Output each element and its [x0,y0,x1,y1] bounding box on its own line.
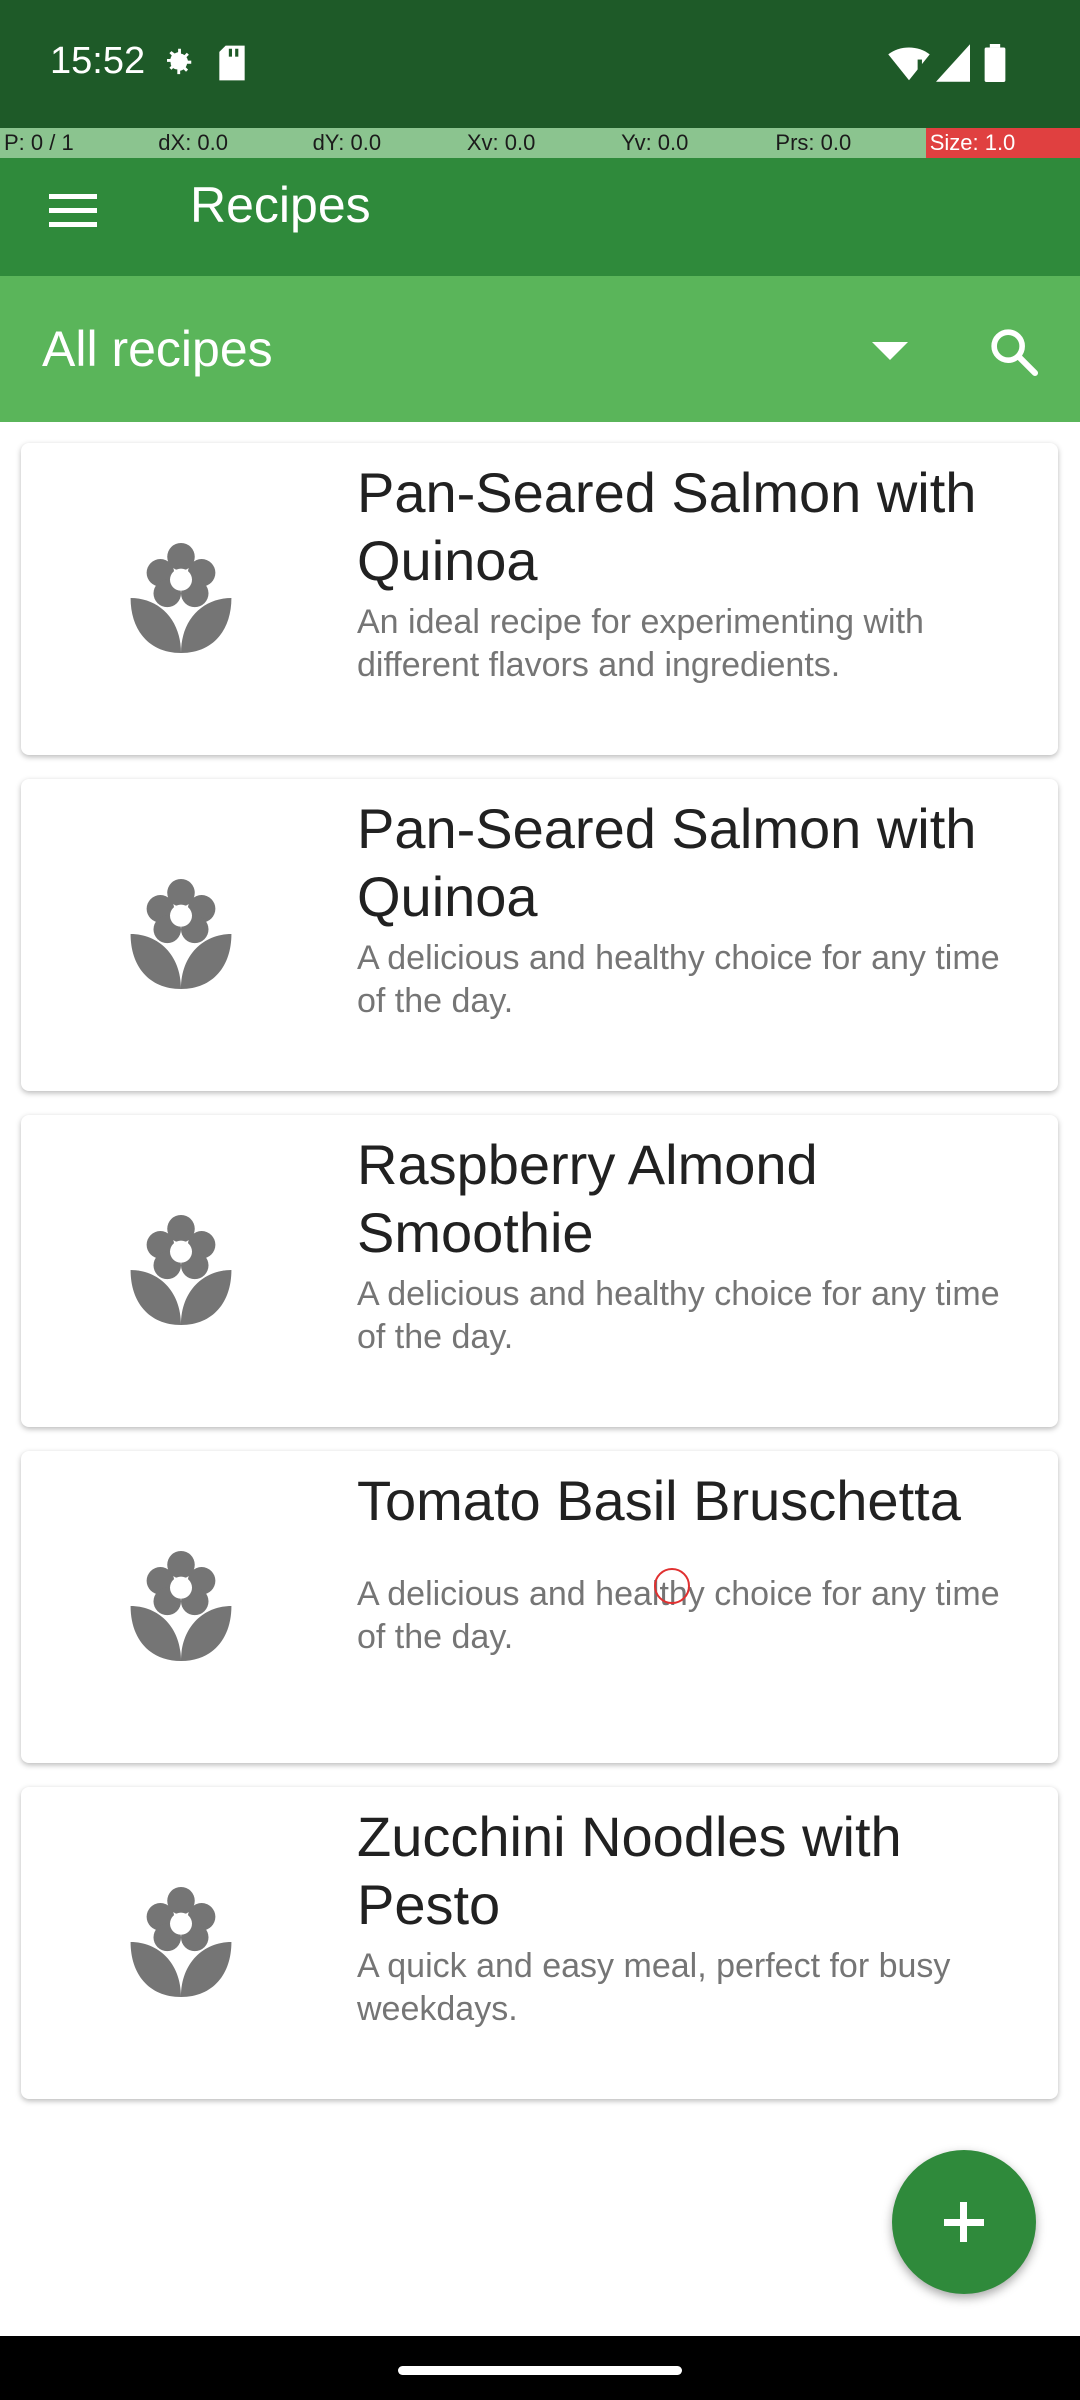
recipe-card[interactable]: Zucchini Noodles with Pesto A quick and … [21,1787,1058,2099]
flower-icon [130,879,232,989]
app-bar: Recipes [0,158,1080,276]
debug-size: Size: 1.0 [925,128,1080,158]
wifi-icon [888,47,930,81]
recipe-title: Zucchini Noodles with Pesto [357,1805,902,1936]
dropdown-arrow-icon[interactable] [872,342,908,360]
filter-bar: All recipes [0,276,1080,422]
pointer-location-bar: P: 0 / 1 dX: 0.0 dY: 0.0 Xv: 0.0 Yv: 0.0… [0,128,1080,158]
recipe-title: Raspberry Almond Smoothie [357,1133,818,1264]
status-bar: 15:52 [0,0,1080,128]
recipe-card[interactable]: Raspberry Almond Smoothie A delicious an… [21,1115,1058,1427]
flower-icon [130,1215,232,1325]
category-dropdown[interactable]: All recipes [42,320,273,378]
hamburger-menu-icon[interactable] [46,182,106,242]
recipe-title: Pan-Seared Salmon with Quinoa [357,797,977,928]
debug-dy: dY: 0.0 [312,130,382,155]
recipe-title: Tomato Basil Bruschetta [357,1469,961,1532]
recipe-card[interactable]: Pan-Seared Salmon with Quinoa A deliciou… [21,779,1058,1091]
recipe-card[interactable]: Tomato Basil Bruschetta A delicious and … [21,1451,1058,1763]
page-title: Recipes [190,177,371,233]
status-time: 15:52 [50,40,146,82]
home-gesture-handle[interactable] [398,2366,682,2375]
debug-dx: dX: 0.0 [158,130,228,155]
recipe-card[interactable]: Pan-Seared Salmon with Quinoa An ideal r… [21,443,1058,755]
battery-icon [984,44,1006,82]
debug-yv: Yv: 0.0 [621,130,689,155]
debug-xv: Xv: 0.0 [466,130,536,155]
recipe-title: Pan-Seared Salmon with Quinoa [357,461,977,592]
recipe-description: A quick and easy meal, perfect for busy … [357,1947,951,2028]
flower-icon [130,1551,232,1661]
debug-pointer: P: 0 / 1 [4,130,74,155]
flower-icon [130,1887,232,1997]
flower-icon [130,543,232,653]
settings-icon [167,48,192,75]
navigation-bar [0,2336,1080,2400]
search-icon[interactable] [986,324,1042,380]
touch-indicator [654,1568,690,1604]
sd-card-icon [219,45,245,81]
recipe-description: A delicious and healthy choice for any t… [357,939,1000,1020]
debug-prs: Prs: 0.0 [775,130,852,155]
recipe-description: A delicious and healthy choice for any t… [357,1275,1000,1356]
recipe-description: A delicious and healthy choice for any t… [357,1575,1000,1656]
cell-signal-icon [936,44,970,82]
recipe-description: An ideal recipe for experimenting with d… [357,603,924,684]
add-recipe-button[interactable] [892,2150,1036,2294]
